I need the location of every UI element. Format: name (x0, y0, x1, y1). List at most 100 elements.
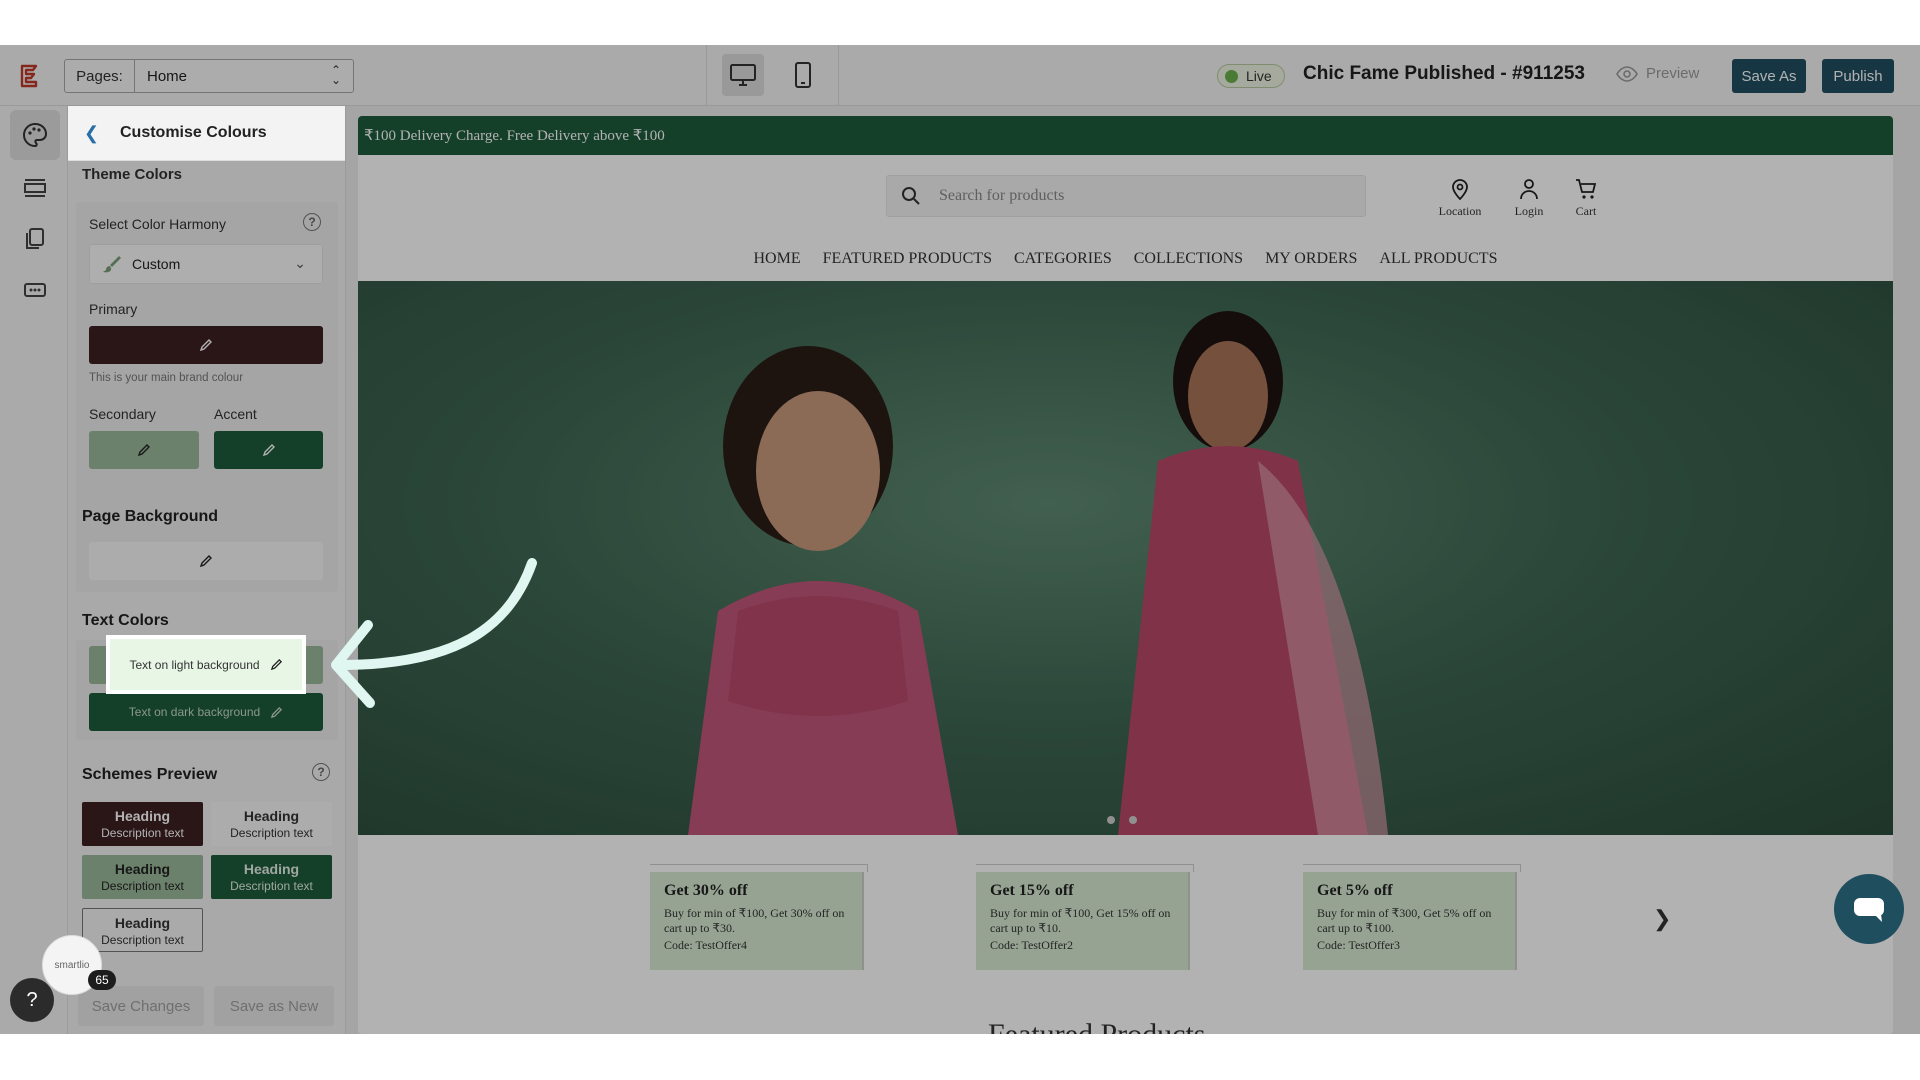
theme-colors-title: Theme Colors (82, 166, 183, 183)
search-input[interactable]: Search for products (886, 175, 1366, 217)
offer-card[interactable]: Get 15% off Buy for min of ₹100, Get 15%… (976, 872, 1190, 970)
save-as-new-button[interactable]: Save as New (214, 986, 334, 1026)
schemes-preview-title: Schemes Preview (82, 766, 218, 783)
nav-collections[interactable]: COLLECTIONS (1134, 250, 1243, 268)
login-label: Login (1514, 204, 1544, 218)
harmony-help-icon[interactable]: ? (303, 213, 321, 231)
divider (838, 45, 839, 106)
login-button[interactable]: Login (1499, 178, 1559, 219)
scheme-description: Description text (101, 879, 184, 893)
offer-code: Code: TestOffer2 (990, 938, 1074, 952)
pencil-icon (271, 706, 283, 718)
scheme-light[interactable]: Heading Description text (211, 802, 332, 846)
offers-next-chevron-icon[interactable]: ❯ (1653, 906, 1671, 932)
scheme-secondary[interactable]: Heading Description text (82, 855, 203, 899)
offer-card[interactable]: Get 5% off Buy for min of ₹300, Get 5% o… (1303, 872, 1517, 970)
scheme-heading: Heading (114, 808, 171, 824)
theme-colors-rail-button[interactable] (10, 110, 60, 160)
screen-bottom-margin (0, 1034, 1920, 1080)
up-down-chevron-icon: ⌃ ⌄ (330, 63, 341, 87)
offer-code: Code: TestOffer3 (1317, 938, 1401, 952)
accent-color-swatch[interactable] (214, 431, 323, 469)
tutorial-arrow-icon (331, 558, 537, 708)
brush-icon (103, 256, 121, 273)
cart-label: Cart (1575, 204, 1597, 218)
app-root: Pages: Home ⌃ ⌄ Live Chic Fame Published … (0, 0, 1920, 1080)
scheme-heading: Heading (243, 861, 300, 877)
tool-rail (0, 106, 68, 1034)
schemes-help-icon[interactable]: ? (312, 763, 330, 781)
pencil-icon (262, 444, 275, 457)
palette-icon (23, 122, 48, 148)
announcement-bar: ₹100 Delivery Charge. Free Delivery abov… (358, 116, 1893, 155)
help-question-icon[interactable]: ? (10, 978, 54, 1022)
chevron-down-icon: ⌄ (294, 255, 306, 271)
back-chevron-icon[interactable]: ❮ (84, 123, 110, 144)
chat-bubble-icon (1854, 898, 1884, 922)
offer-card-edge (976, 864, 1194, 872)
pages-select[interactable]: Home ⌃ ⌄ (135, 60, 353, 92)
app-logo-icon[interactable] (18, 64, 46, 90)
save-as-button[interactable]: Save As (1732, 59, 1806, 93)
scheme-accent[interactable]: Heading Description text (211, 855, 332, 899)
pages-rail-button[interactable] (10, 214, 60, 264)
eye-icon (1616, 65, 1638, 82)
nav-my-orders[interactable]: MY ORDERS (1265, 250, 1357, 268)
header-footer-rail-button[interactable] (10, 265, 60, 315)
offer-card-edge (650, 864, 868, 872)
preview-button[interactable]: Preview (1616, 65, 1699, 82)
offer-card[interactable]: Get 30% off Buy for min of ₹100, Get 30%… (650, 872, 864, 970)
cart-icon (1576, 179, 1597, 199)
scheme-heading: Heading (243, 808, 300, 824)
secondary-color-swatch[interactable] (89, 431, 199, 469)
main-nav: HOME FEATURED PRODUCTS CATEGORIES COLLEC… (358, 250, 1893, 268)
offer-code: Code: TestOffer4 (664, 938, 748, 952)
hero-models-image (688, 311, 1388, 835)
save-changes-button[interactable]: Save Changes (78, 986, 204, 1026)
chat-button[interactable] (1834, 874, 1904, 944)
scheme-heading: Heading (114, 915, 171, 931)
location-label: Location (1438, 204, 1482, 218)
primary-color-swatch[interactable] (89, 326, 323, 364)
nav-all-products[interactable]: ALL PRODUCTS (1379, 250, 1497, 268)
desktop-view-button[interactable] (722, 54, 764, 96)
scheme-outline[interactable]: Heading Description text (82, 908, 203, 952)
scheme-heading: Heading (114, 861, 171, 877)
color-harmony-select[interactable]: Custom ⌄ (89, 244, 323, 284)
color-harmony-label: Select Color Harmony (89, 216, 226, 232)
page-background-swatch[interactable] (89, 542, 323, 580)
publish-button[interactable]: Publish (1822, 59, 1894, 93)
text-light-swatch-highlighted[interactable]: Text on light background (106, 635, 306, 694)
offer-card-edge (1303, 864, 1521, 872)
mobile-icon (795, 62, 811, 88)
carousel-dots[interactable] (1107, 816, 1137, 824)
store-title: Chic Fame Published - #911253 (1303, 63, 1585, 84)
offer-body: Buy for min of ₹300, Get 5% off on cart … (1317, 906, 1492, 935)
pencil-icon (270, 658, 282, 671)
storefront-preview: ₹100 Delivery Charge. Free Delivery abov… (358, 116, 1893, 1034)
customise-colours-panel: ❮ Customise Colours Theme Colors Select … (68, 106, 346, 1034)
offer-body: Buy for min of ₹100, Get 15% off on cart… (990, 906, 1171, 935)
search-placeholder: Search for products (939, 187, 1065, 204)
text-dark-swatch[interactable]: Text on dark background (89, 693, 323, 731)
nav-featured-products[interactable]: FEATURED PRODUCTS (823, 250, 992, 268)
carousel-dot[interactable] (1129, 816, 1137, 824)
primary-label: Primary (89, 301, 138, 317)
scheme-primary[interactable]: Heading Description text (82, 802, 203, 846)
text-light-label: Text on light background (129, 657, 260, 672)
nav-categories[interactable]: CATEGORIES (1014, 250, 1112, 268)
cart-button[interactable]: Cart (1556, 178, 1616, 219)
carousel-dot[interactable] (1107, 816, 1115, 824)
featured-products-heading: Featured Products (988, 1018, 1205, 1034)
location-button[interactable]: Location (1430, 178, 1490, 219)
notification-count-badge: 65 (88, 970, 116, 990)
hero-banner[interactable] (358, 281, 1893, 835)
mobile-view-button[interactable] (782, 54, 824, 96)
copy-pages-icon (26, 228, 44, 249)
sections-rail-button[interactable] (10, 163, 60, 213)
nav-home[interactable]: HOME (754, 250, 801, 268)
page-selector[interactable]: Pages: Home ⌃ ⌄ (64, 59, 354, 93)
divider (706, 45, 707, 106)
panel-title: Customise Colours (120, 124, 267, 141)
pages-label: Pages: (65, 60, 135, 92)
